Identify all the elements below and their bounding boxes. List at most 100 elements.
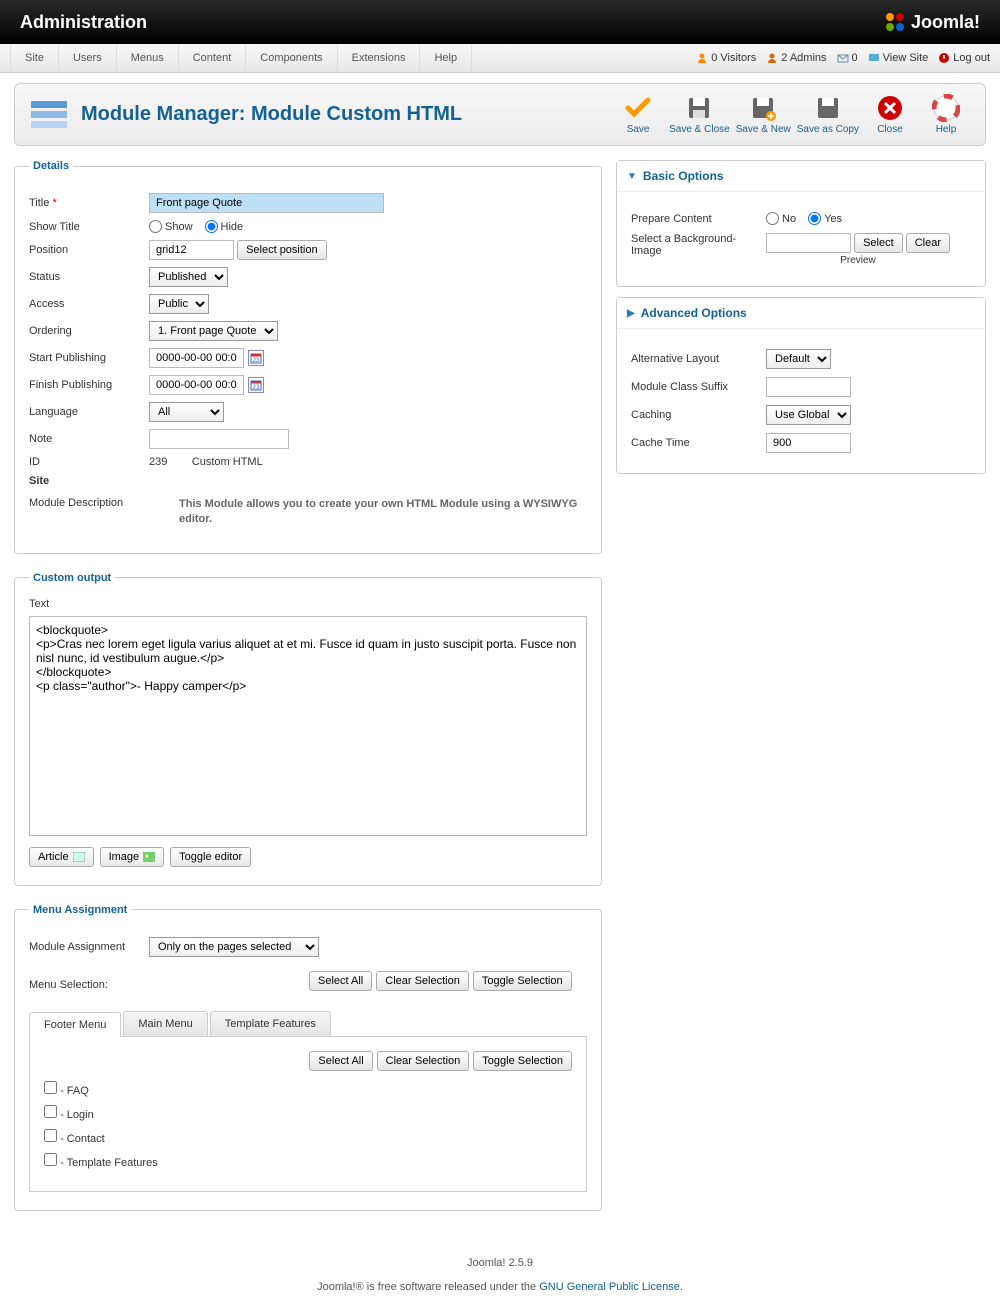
status-admins: 2 Admins [766,52,826,64]
cachetime-input[interactable] [766,433,851,453]
menu-item-faq[interactable]: - FAQ [44,1081,572,1097]
tab-content: Select All Clear Selection Toggle Select… [29,1037,587,1192]
id-value: 239 [149,456,167,468]
svg-text:23: 23 [253,358,260,364]
basic-options-header[interactable]: ▼Basic Options [617,161,985,192]
altlayout-select[interactable]: Default [766,349,831,369]
ordering-select[interactable]: 1. Front page Quote [149,321,278,341]
doc-icon [73,852,85,862]
tab-main-menu[interactable]: Main Menu [123,1011,207,1036]
link-viewsite[interactable]: View Site [868,52,929,64]
module-assignment-select[interactable]: Only on the pages selected [149,937,319,957]
save-close-button[interactable]: Save & Close [669,94,730,135]
menu-item-contact[interactable]: - Contact [44,1129,572,1145]
showtitle-label: Show Title [29,221,149,233]
cachetime-label: Cache Time [631,437,766,449]
preview-link[interactable]: Preview [766,255,950,266]
menubar: Site Users Menus Content Components Exte… [0,44,1000,73]
module-assignment-label: Module Assignment [29,941,149,953]
details-legend: Details [29,160,73,172]
close-button[interactable]: Close [865,94,915,135]
tab-toggle-selection-button[interactable]: Toggle Selection [473,1051,572,1071]
joomla-logo: Joomla! [883,10,980,34]
details-pane: Details Title * Show Title Show Hide Pos… [14,160,602,554]
menu-content[interactable]: Content [179,44,247,72]
clear-selection-button[interactable]: Clear Selection [376,971,469,991]
chevron-right-icon: ▶ [627,308,635,319]
title-input[interactable] [149,193,384,213]
chevron-down-icon: ▼ [627,171,637,182]
save-button[interactable]: Save [613,94,663,135]
startpub-input[interactable] [149,348,244,368]
advanced-options-header[interactable]: ▶Advanced Options [617,298,985,329]
select-position-button[interactable]: Select position [237,240,327,260]
position-input[interactable] [149,240,234,260]
toggle-selection-button[interactable]: Toggle Selection [473,971,572,991]
article-button[interactable]: Article [29,847,94,867]
toggle-editor-button[interactable]: Toggle editor [170,847,251,867]
menu-menus[interactable]: Menus [117,44,179,72]
tab-footer-menu[interactable]: Footer Menu [29,1012,121,1037]
footer-text: Joomla!® is free software released under… [317,1281,539,1293]
menu-components[interactable]: Components [246,44,337,72]
menu-site[interactable]: Site [10,44,59,72]
menu-extensions[interactable]: Extensions [338,44,421,72]
classsuffix-input[interactable] [766,377,851,397]
finishpub-label: Finish Publishing [29,379,149,391]
finishpub-input[interactable] [149,375,244,395]
showtitle-show[interactable]: Show [149,220,193,233]
menu-users[interactable]: Users [59,44,117,72]
prepare-content-label: Prepare Content [631,213,766,225]
select-all-button[interactable]: Select All [309,971,372,991]
user-icon [696,52,708,64]
logout-icon [938,52,950,64]
save-new-button[interactable]: Save & New [736,94,791,135]
showtitle-hide[interactable]: Hide [205,220,244,233]
caching-select[interactable]: Use Global [766,405,851,425]
mail-icon [837,52,849,64]
bgimage-label: Select a Background-Image [631,233,766,257]
disk-copy-icon [814,94,842,122]
header-bar: Administration Joomla! [0,0,1000,44]
bgimage-input[interactable] [766,233,851,253]
startpub-label: Start Publishing [29,352,149,364]
access-label: Access [29,298,149,310]
access-select[interactable]: Public [149,294,209,314]
language-label: Language [29,406,149,418]
tab-select-all-button[interactable]: Select All [309,1051,372,1071]
check-icon [624,94,652,122]
footer-version: Joomla! 2.5.9 [18,1257,982,1269]
calendar-icon[interactable]: 23 [248,377,264,393]
tab-template-features[interactable]: Template Features [210,1011,331,1036]
image-icon [143,852,155,862]
menu-item-login[interactable]: - Login [44,1105,572,1121]
menubar-left: Site Users Menus Content Components Exte… [10,44,472,72]
help-button[interactable]: Help [921,94,971,135]
status-select[interactable]: Published [149,267,228,287]
footer-license-link[interactable]: GNU General Public License. [539,1281,683,1293]
disk-icon [685,94,713,122]
status-label: Status [29,271,149,283]
menu-help[interactable]: Help [420,44,472,72]
image-button[interactable]: Image [100,847,165,867]
status-messages[interactable]: 0 [837,52,858,64]
close-icon [876,94,904,122]
save-copy-button[interactable]: Save as Copy [797,94,859,135]
language-select[interactable]: All [149,402,224,422]
text-label: Text [29,598,587,610]
link-logout[interactable]: Log out [938,52,990,64]
menu-selection-label: Menu Selection: [29,979,149,991]
note-input[interactable] [149,429,289,449]
bgimage-select-button[interactable]: Select [854,233,903,253]
prepare-no[interactable]: No [766,212,796,225]
bgimage-clear-button[interactable]: Clear [906,233,950,253]
menubar-right: 0 Visitors 2 Admins 0 View Site Log out [696,44,990,72]
html-editor[interactable] [29,616,587,836]
page-title: Module Manager: Module Custom HTML [81,103,462,126]
svg-text:23: 23 [253,385,260,391]
menu-item-template-features[interactable]: - Template Features [44,1153,572,1169]
tab-clear-selection-button[interactable]: Clear Selection [377,1051,470,1071]
disk-plus-icon [749,94,777,122]
calendar-icon[interactable]: 23 [248,350,264,366]
prepare-yes[interactable]: Yes [808,212,842,225]
